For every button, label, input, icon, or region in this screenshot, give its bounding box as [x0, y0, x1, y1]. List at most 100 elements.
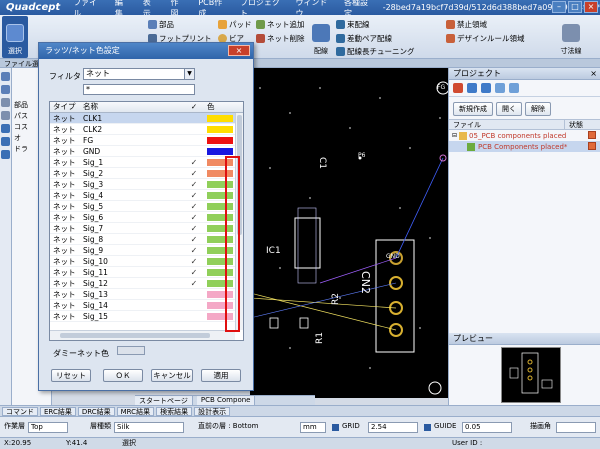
tool-icon[interactable]: [1, 85, 10, 94]
checkbox-checked[interactable]: ✓: [184, 179, 204, 189]
close-icon[interactable]: ×: [228, 45, 250, 56]
checkbox-checked[interactable]: ✓: [184, 245, 204, 255]
filter-select[interactable]: ネット ▼: [83, 68, 195, 80]
checkbox-checked[interactable]: ✓: [184, 223, 204, 233]
ok-button[interactable]: ＯＫ: [103, 369, 143, 382]
diff-pair-button[interactable]: 差動ペア配線: [336, 33, 392, 44]
layer-select[interactable]: Top: [28, 422, 68, 433]
design-rule-button[interactable]: デザインルール領域: [446, 33, 525, 44]
collapse-icon[interactable]: ⊟: [452, 132, 457, 139]
checkbox-checked[interactable]: ✓: [184, 234, 204, 244]
checkbox-unchecked[interactable]: [184, 300, 204, 310]
pad-button[interactable]: パッド: [218, 19, 252, 30]
chevron-down-icon[interactable]: ▼: [184, 69, 194, 79]
keepout-button[interactable]: 禁止領域: [446, 19, 487, 30]
guide-input[interactable]: 0.05: [462, 422, 512, 433]
grid-checkbox[interactable]: [332, 424, 339, 431]
gear-icon[interactable]: [1, 150, 10, 159]
tab-search-result[interactable]: 検索結果: [156, 406, 193, 416]
net-add-button[interactable]: ネット追加: [256, 19, 305, 30]
table-row[interactable]: ネット Sig_4 ✓: [50, 190, 243, 201]
project-tool-icon[interactable]: [509, 83, 519, 93]
check-all-icon[interactable]: ✓: [184, 102, 204, 112]
table-row[interactable]: ネット CLK1: [50, 113, 243, 124]
table-row[interactable]: ネット Sig_9 ✓: [50, 245, 243, 256]
preview-thumbnail[interactable]: [501, 347, 561, 403]
dimension-button[interactable]: 寸法線: [556, 16, 586, 58]
zoom-icon[interactable]: [1, 124, 10, 133]
checkbox-unchecked[interactable]: [184, 124, 204, 134]
unit-select[interactable]: mm: [300, 422, 326, 433]
table-row[interactable]: ネット Sig_6 ✓: [50, 212, 243, 223]
guide-checkbox[interactable]: [424, 424, 431, 431]
table-row[interactable]: ネット Sig_3 ✓: [50, 179, 243, 190]
routing-button[interactable]: 配線: [308, 16, 334, 58]
table-row[interactable]: ネット Sig_5 ✓: [50, 201, 243, 212]
tab-start-page[interactable]: スタートページ: [135, 396, 193, 405]
table-row[interactable]: ネット GND: [50, 146, 243, 157]
grid-input[interactable]: 2.54: [368, 422, 418, 433]
layer-type-select[interactable]: Silk: [114, 422, 184, 433]
table-row[interactable]: ネット CLK2: [50, 124, 243, 135]
table-row[interactable]: ネット Sig_12 ✓: [50, 278, 243, 289]
table-row[interactable]: ネット Sig_10 ✓: [50, 256, 243, 267]
tab-drc-result[interactable]: DRC結果: [77, 406, 115, 416]
checkbox-checked[interactable]: ✓: [184, 278, 204, 288]
checkbox-checked[interactable]: ✓: [184, 201, 204, 211]
new-project-button[interactable]: 新規作成: [453, 102, 493, 116]
tab-command[interactable]: コマンド: [2, 406, 38, 416]
tab-mrc-result[interactable]: MRC結果: [116, 406, 155, 416]
checkbox-checked[interactable]: ✓: [184, 168, 204, 178]
checkbox-unchecked[interactable]: [184, 311, 204, 321]
checkbox-checked[interactable]: ✓: [184, 256, 204, 266]
project-tree-item[interactable]: PCB Components placed*: [449, 141, 600, 152]
release-project-button[interactable]: 解除: [525, 102, 551, 116]
angle-select[interactable]: [556, 422, 596, 433]
color-cell[interactable]: [204, 113, 236, 123]
horizontal-scrollbar[interactable]: [50, 330, 235, 340]
maximize-icon[interactable]: □: [568, 1, 582, 13]
checkbox-unchecked[interactable]: [184, 289, 204, 299]
table-row[interactable]: ネット Sig_7 ✓: [50, 223, 243, 234]
checkbox-checked[interactable]: ✓: [184, 190, 204, 200]
project-tool-icon[interactable]: [495, 83, 505, 93]
tab-erc-result[interactable]: ERC結果: [40, 406, 76, 416]
reset-button[interactable]: リセット: [51, 369, 91, 382]
checkbox-unchecked[interactable]: [184, 146, 204, 156]
table-row[interactable]: ネット Sig_14: [50, 300, 243, 311]
project-tree-item[interactable]: ⊟ 05_PCB components placed: [449, 130, 600, 141]
table-row[interactable]: ネット Sig_11 ✓: [50, 267, 243, 278]
open-project-button[interactable]: 開く: [496, 102, 522, 116]
table-row[interactable]: ネット FG: [50, 135, 243, 146]
color-cell[interactable]: [204, 135, 236, 145]
table-row[interactable]: ネット Sig_15: [50, 311, 243, 322]
net-delete-button[interactable]: ネット削除: [256, 33, 305, 44]
filter-text-input[interactable]: *: [83, 84, 195, 95]
tab-design-view[interactable]: 設計表示: [194, 406, 231, 416]
color-cell[interactable]: [204, 146, 236, 156]
dummy-net-color-swatch[interactable]: [117, 346, 145, 355]
apply-button[interactable]: 適用: [201, 369, 241, 382]
tool-icon[interactable]: [1, 72, 10, 81]
bundle-route-button[interactable]: 束配線: [336, 19, 370, 30]
file-select-tab[interactable]: ファイル選: [0, 60, 39, 68]
project-tool-icon[interactable]: [467, 83, 477, 93]
minimize-icon[interactable]: –: [552, 1, 566, 13]
project-tool-icon[interactable]: [453, 83, 463, 93]
select-button[interactable]: 選択: [2, 16, 28, 58]
gear-icon[interactable]: [1, 137, 10, 146]
checkbox-checked[interactable]: ✓: [184, 212, 204, 222]
part-button[interactable]: 部品: [148, 19, 174, 30]
tool-icon[interactable]: [1, 111, 10, 120]
tool-icon[interactable]: [1, 98, 10, 107]
table-row[interactable]: ネット Sig_13: [50, 289, 243, 300]
length-tune-button[interactable]: 配線長チューニング: [336, 46, 415, 57]
checkbox-unchecked[interactable]: [184, 135, 204, 145]
table-row[interactable]: ネット Sig_8 ✓: [50, 234, 243, 245]
cancel-button[interactable]: キャンセル: [151, 369, 193, 382]
checkbox-checked[interactable]: ✓: [184, 267, 204, 277]
checkbox-unchecked[interactable]: [184, 113, 204, 123]
color-cell[interactable]: [204, 124, 236, 134]
table-row[interactable]: ネット Sig_2 ✓: [50, 168, 243, 179]
close-icon[interactable]: ×: [590, 68, 597, 80]
